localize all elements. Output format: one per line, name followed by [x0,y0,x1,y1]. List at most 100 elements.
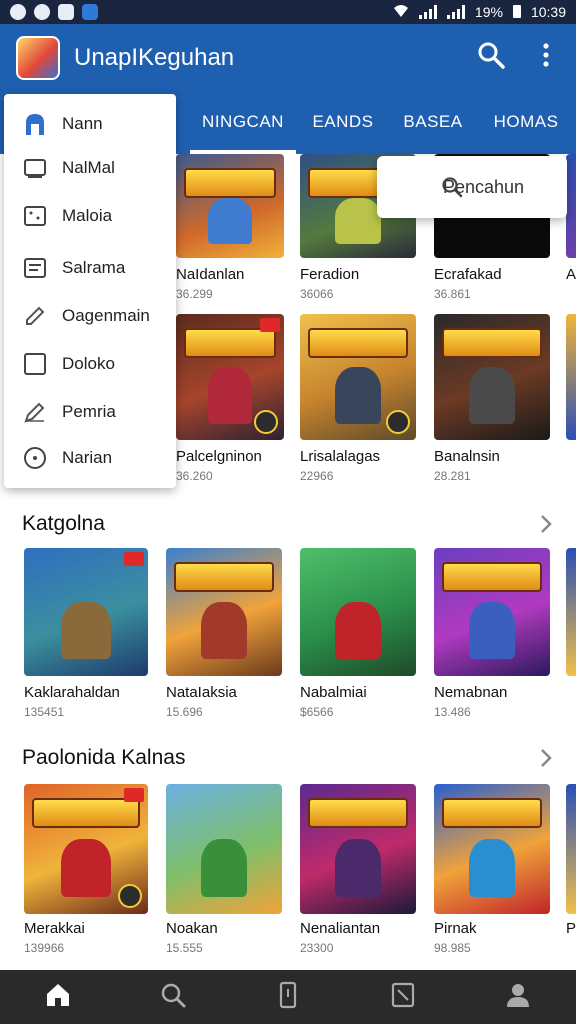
game-count: 36.861 [434,287,471,301]
drawer-item-narian[interactable]: Narian [4,436,176,480]
game-count: 15.555 [166,941,203,955]
nav-tablet[interactable] [346,970,461,1024]
drawer-item-label: Pemria [62,402,116,421]
tab-basea[interactable]: BASEA [390,104,476,154]
wifi-icon [393,4,409,21]
nav-search[interactable] [115,970,230,1024]
drawer-item-label: NalMal [62,158,115,177]
status-system-icons: 19% 10:39 [393,4,566,21]
game-thumbnail[interactable] [566,784,576,914]
tab-ningcan[interactable]: NINGCAN [190,104,296,154]
status-bar: 19% 10:39 [0,0,576,24]
sync-icon [34,4,50,20]
game-title: NataIaksia [166,684,237,701]
search-icon[interactable] [476,40,506,70]
person-icon [22,111,48,137]
game-title: Nemabnan [434,684,508,701]
nav-phone[interactable] [230,970,345,1024]
app-screen: 19% 10:39 UnapIKeguhan NINGCAN EANDS BAS… [0,0,576,1024]
drawer-item-maloia[interactable]: Maloia [4,194,176,238]
game-thumbnail[interactable] [176,314,284,440]
game-thumbnail[interactable] [166,548,282,676]
game-title: NaIdanlan [176,266,245,283]
app-logo[interactable] [16,36,60,80]
app-notification-icon [82,4,98,20]
game-title: Noakan [166,920,218,937]
chevron-right-icon[interactable] [536,746,556,770]
game-title: Kaklarahaldan [24,684,120,701]
drawer-item-pemria[interactable]: Pemria [4,390,176,434]
game-title: Nenaliantan [300,920,381,937]
checkbox-icon [22,351,48,377]
info-circle-icon [22,445,48,471]
status-notification-icons [10,4,98,20]
drawer-item-salrama[interactable]: Salrama [4,246,176,290]
drawer-item-doloko[interactable]: Doloko [4,342,176,386]
game-thumbnail[interactable] [300,314,416,440]
more-vert-icon[interactable] [536,40,556,70]
game-count: 139966 [24,941,65,955]
tablet-icon [388,980,418,1015]
search-popup[interactable]: Pencahun [377,156,567,218]
signal-icon [418,5,437,19]
drawer-item-oagenmain[interactable]: Oagenmain [4,294,176,338]
section-title: Paolonida Kalnas [22,746,186,769]
game-thumbnail[interactable] [566,548,576,676]
game-thumbnail[interactable] [176,154,284,258]
game-thumbnail[interactable] [566,154,576,258]
drawer-menu: Nann NalMal Maloia Salrama Oagenmain Dol… [4,94,176,488]
game-thumbnail[interactable] [300,784,416,914]
drawer-item-label: Oagenmain [62,306,150,325]
drawer-item-label: Maloia [62,206,113,225]
tab-homas[interactable]: HOMAS [476,104,576,154]
phone-icon [273,980,303,1015]
game-count: 98.985 [434,941,471,955]
game-count: 135451 [24,705,65,719]
drawer-item-label: Narian [62,448,113,467]
game-thumbnail[interactable] [434,314,550,440]
signal-icon-2 [446,5,465,19]
game-thumbnail[interactable] [166,784,282,914]
profile-icon [503,980,533,1015]
nav-home[interactable] [0,970,115,1024]
app-title: UnapIKeguhan [74,44,235,71]
game-title: A [566,266,576,283]
battery-icon [512,4,521,21]
clock: 10:39 [530,4,566,20]
tab-eands[interactable]: EANDS [296,104,390,154]
nav-profile[interactable] [461,970,576,1024]
game-thumbnail[interactable] [434,784,550,914]
edit-icon [22,399,48,425]
game-thumbnail[interactable] [24,784,148,914]
home-icon [43,980,73,1015]
search-icon [441,176,463,198]
game-count: 22966 [300,469,334,483]
window-icon [22,155,48,181]
game-count: 36.260 [176,469,213,483]
game-title: Merakkai [24,920,85,937]
chevron-right-icon[interactable] [536,512,556,536]
drawer-item-nann[interactable]: Nann [4,102,176,146]
game-title: Lrisalalagas [300,448,381,465]
drawer-item-label: Doloko [62,354,115,373]
game-thumbnail[interactable] [300,548,416,676]
game-thumbnail[interactable] [434,548,550,676]
search-icon [158,980,188,1015]
game-title: Feradion [300,266,360,283]
game-count: 28.281 [434,469,471,483]
book-icon [58,4,74,20]
game-title: P [566,920,576,937]
section-title: Katgolna [22,512,105,535]
drawer-item-label: Salrama [62,258,126,277]
game-thumbnail[interactable] [24,548,148,676]
game-count: 36.299 [176,287,213,301]
tab-bar: NINGCAN EANDS BASEA HOMAS [190,104,576,154]
game-count: 13.486 [434,705,471,719]
game-title: Banalnsin [434,448,500,465]
game-thumbnail[interactable] [566,314,576,440]
drawer-item-label: Nann [62,114,103,133]
battery-text: 19% [474,4,503,20]
drawer-item-nalmal[interactable]: NalMal [4,146,176,190]
game-title: Ecrafakad [434,266,502,283]
game-count: 15.696 [166,705,203,719]
